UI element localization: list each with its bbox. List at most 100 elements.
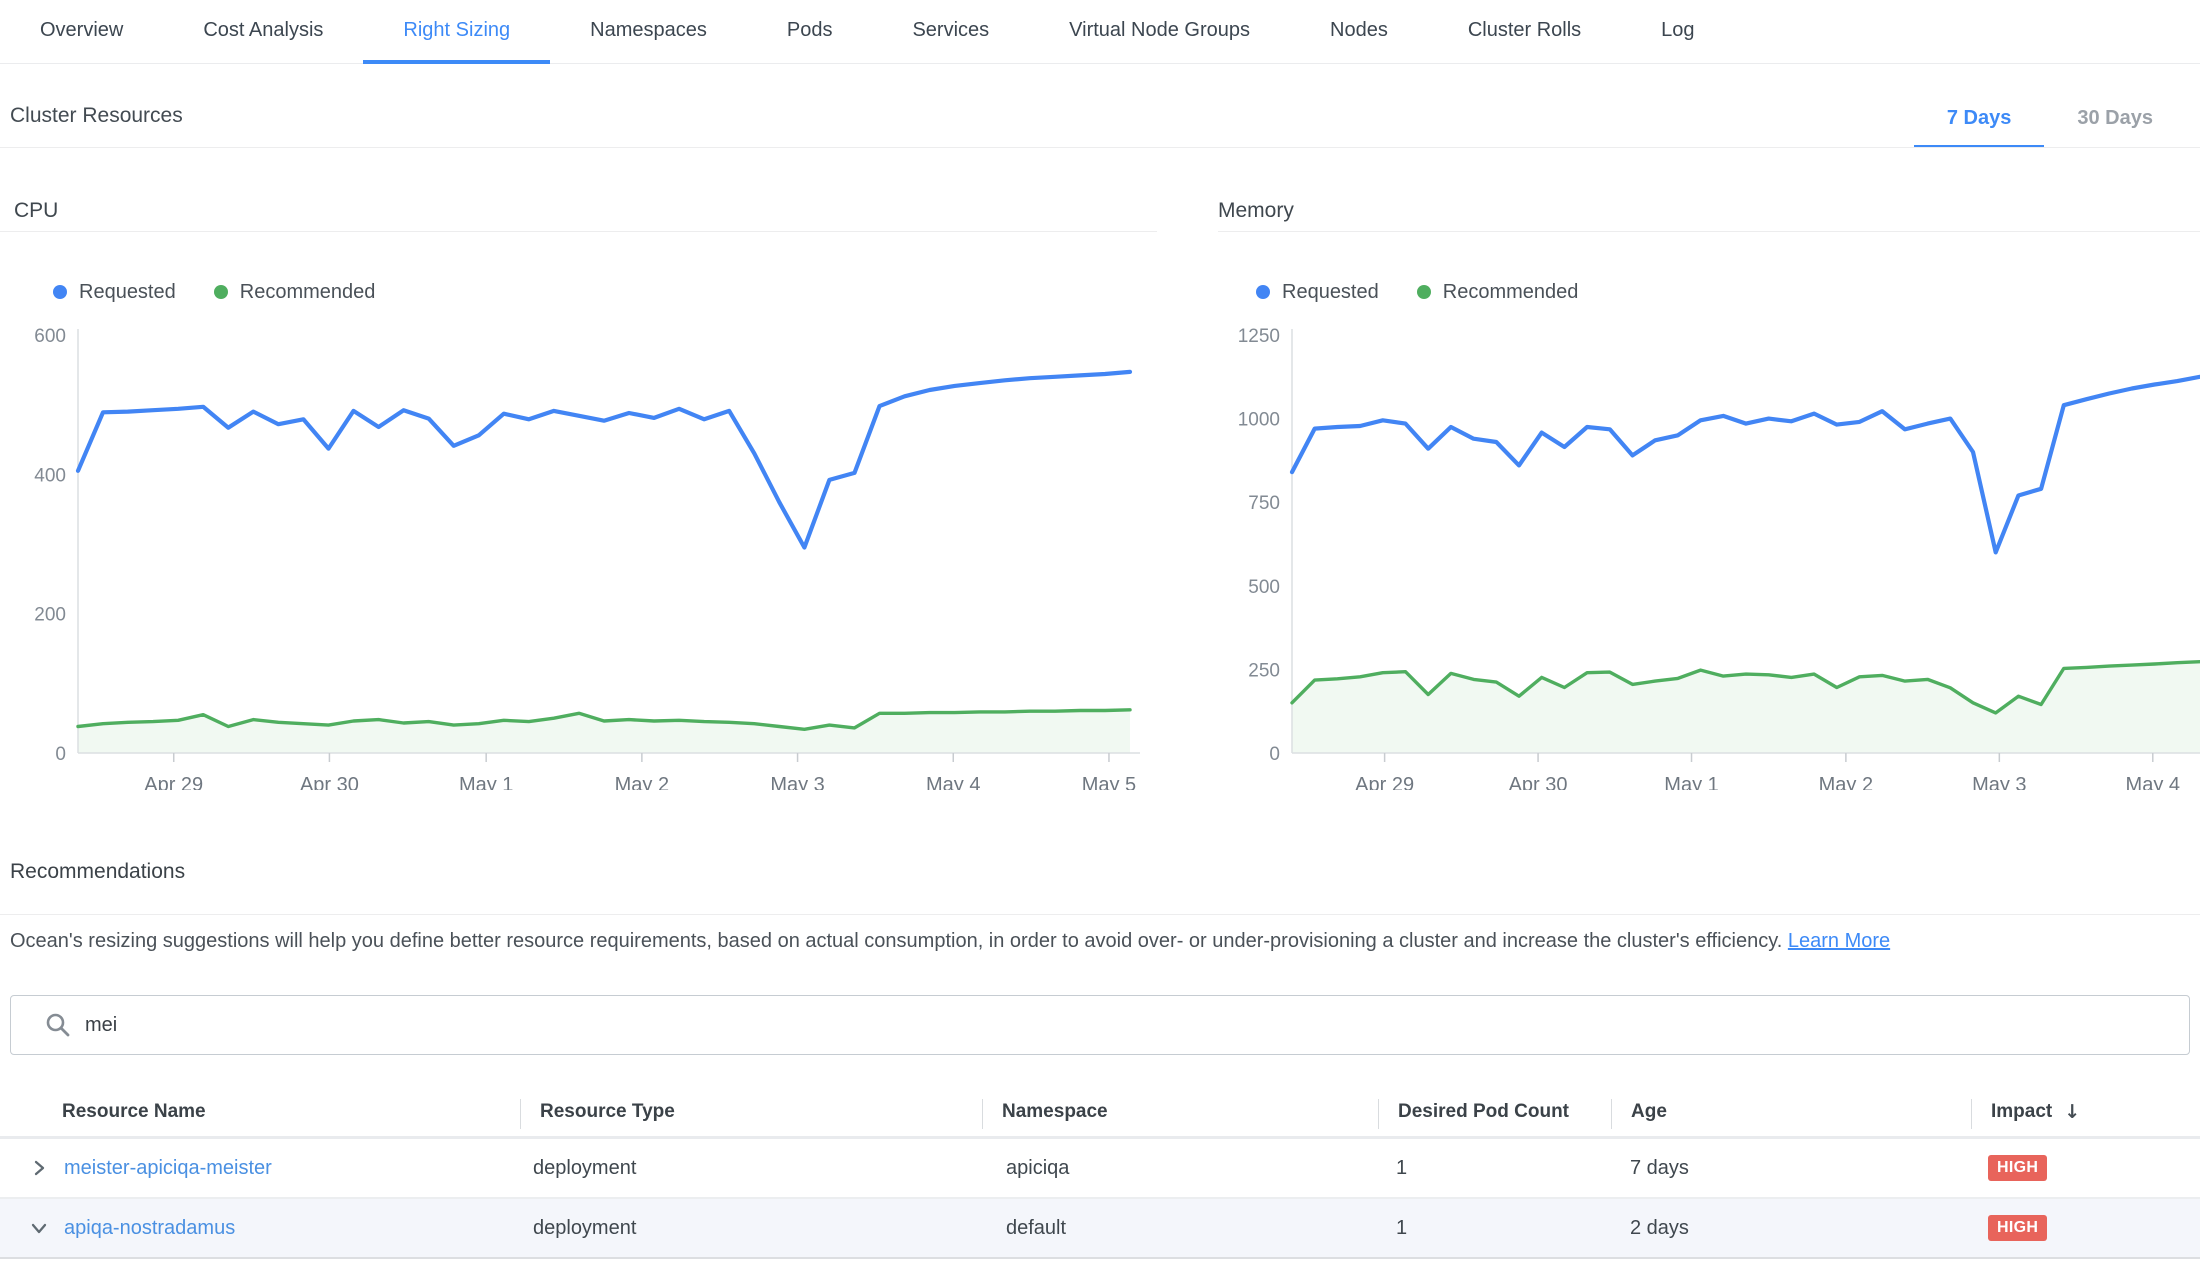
cpu-chart-title: CPU <box>14 199 58 223</box>
y-tick-label: 250 <box>1248 660 1280 681</box>
cell-resource-name: apiqa-nostradamus <box>0 1199 520 1257</box>
column-header-label: Resource Type <box>540 1101 675 1123</box>
series-line-requested <box>1292 377 2200 553</box>
memory-chart-legend: Requested Recommended <box>1256 276 1578 308</box>
tab-nodes[interactable]: Nodes <box>1290 0 1428 64</box>
recommendations-description: Ocean's resizing suggestions will help y… <box>10 930 2190 953</box>
x-tick-label: May 1 <box>1664 774 1718 790</box>
legend-dot-requested <box>1256 285 1270 299</box>
y-tick-label: 1000 <box>1238 410 1280 431</box>
right-sizing-page: OverviewCost AnalysisRight SizingNamespa… <box>0 0 2200 1264</box>
cell-resource-type: deployment <box>520 1199 982 1257</box>
cell-namespace: apiciqa <box>982 1139 1378 1197</box>
cpu-chart-legend: Requested Recommended <box>53 276 375 308</box>
period-option-7-days[interactable]: 7 Days <box>1914 96 2045 148</box>
column-header-age[interactable]: Age <box>1611 1087 1971 1136</box>
legend-label: Requested <box>79 281 176 304</box>
column-header-label: Desired Pod Count <box>1398 1101 1569 1123</box>
x-tick-label: Apr 29 <box>144 774 203 790</box>
recommendations-table: Resource Name Resource Type Namespace Desir… <box>0 1087 2200 1259</box>
column-header-label: Resource Name <box>62 1101 206 1123</box>
section-title: Cluster Resources <box>10 104 183 128</box>
column-header-desired-pod-count[interactable]: Desired Pod Count <box>1378 1087 1611 1136</box>
y-tick-label: 750 <box>1248 493 1280 514</box>
tab-cost-analysis[interactable]: Cost Analysis <box>163 0 363 64</box>
legend-label: Recommended <box>240 281 376 304</box>
x-tick-label: May 2 <box>1819 774 1873 790</box>
tab-virtual-node-groups[interactable]: Virtual Node Groups <box>1029 0 1290 64</box>
column-header-impact[interactable]: Impact ↓ <box>1971 1087 2200 1136</box>
column-separator <box>1611 1099 1612 1129</box>
column-header-label: Impact <box>1991 1101 2052 1123</box>
y-tick-label: 200 <box>34 605 66 626</box>
memory-line-chart: Apr 29Apr 30May 1May 2May 3May 402505007… <box>1180 320 2200 790</box>
cell-age: 2 days <box>1611 1199 1971 1257</box>
recommendations-description-text: Ocean's resizing suggestions will help y… <box>10 930 1782 952</box>
sort-descending-icon: ↓ <box>2064 1101 2080 1123</box>
cell-impact: HIGH <box>1971 1139 2200 1197</box>
legend-dot-recommended <box>1417 285 1431 299</box>
x-tick-label: Apr 30 <box>1509 774 1568 790</box>
tab-pods[interactable]: Pods <box>747 0 873 64</box>
search-box <box>10 995 2190 1055</box>
column-separator <box>1378 1099 1379 1129</box>
impact-badge: HIGH <box>1988 1155 2047 1181</box>
cell-desired-pod-count: 1 <box>1378 1139 1611 1197</box>
legend-label: Recommended <box>1443 281 1579 304</box>
legend-item-recommended: Recommended <box>214 281 376 304</box>
cell-namespace: default <box>982 1199 1378 1257</box>
chevron-right-icon[interactable] <box>28 1157 50 1179</box>
resource-name-link[interactable]: meister-apiciqa-meister <box>64 1157 272 1180</box>
divider <box>1218 231 2200 232</box>
table-body: meister-apiciqa-meister deploymentapiciqa… <box>0 1139 2200 1259</box>
x-tick-label: May 1 <box>459 774 513 790</box>
tab-services[interactable]: Services <box>872 0 1029 64</box>
search-icon <box>44 1011 72 1039</box>
column-separator <box>520 1099 521 1129</box>
cell-impact: HIGH <box>1971 1199 2200 1257</box>
table-row[interactable]: apiqa-nostradamus deploymentdefault12 day… <box>0 1199 2200 1257</box>
resource-name-link[interactable]: apiqa-nostradamus <box>64 1217 235 1240</box>
legend-item-requested: Requested <box>53 281 176 304</box>
memory-chart-title: Memory <box>1218 199 1294 223</box>
cell-resource-name: meister-apiciqa-meister <box>0 1139 520 1197</box>
y-tick-label: 1250 <box>1238 326 1280 347</box>
search-input[interactable] <box>10 995 2190 1055</box>
legend-dot-requested <box>53 285 67 299</box>
x-tick-label: May 2 <box>615 774 669 790</box>
cell-desired-pod-count: 1 <box>1378 1199 1611 1257</box>
tab-cluster-rolls[interactable]: Cluster Rolls <box>1428 0 1621 64</box>
tab-namespaces[interactable]: Namespaces <box>550 0 747 64</box>
series-line-requested <box>78 372 1130 548</box>
legend-dot-recommended <box>214 285 228 299</box>
table-header-row: Resource Name Resource Type Namespace Desir… <box>0 1087 2200 1139</box>
recommendations-title: Recommendations <box>10 860 185 884</box>
chevron-down-icon[interactable] <box>28 1217 50 1239</box>
column-header-namespace[interactable]: Namespace <box>982 1087 1378 1136</box>
x-tick-label: Apr 30 <box>300 774 359 790</box>
period-toggle: 7 Days30 Days <box>1914 96 2186 148</box>
tab-log[interactable]: Log <box>1621 0 1734 64</box>
column-header-label: Age <box>1631 1101 1667 1123</box>
impact-badge: HIGH <box>1988 1215 2047 1241</box>
table-row[interactable]: meister-apiciqa-meisterdeploymentapiciqa… <box>0 1139 2200 1197</box>
divider <box>0 231 1157 232</box>
learn-more-link[interactable]: Learn More <box>1788 930 1890 952</box>
column-header-resource-name[interactable]: Resource Name <box>0 1087 520 1136</box>
y-tick-label: 500 <box>1248 577 1280 598</box>
series-area-recommended <box>78 710 1130 753</box>
divider <box>0 147 2200 148</box>
row-divider <box>0 1257 2200 1259</box>
column-separator <box>982 1099 983 1129</box>
y-tick-label: 0 <box>1269 744 1280 765</box>
y-tick-label: 600 <box>34 326 66 347</box>
column-separator <box>1971 1099 1972 1129</box>
cell-age: 7 days <box>1611 1139 1971 1197</box>
legend-item-requested: Requested <box>1256 281 1379 304</box>
cpu-line-chart: Apr 29Apr 30May 1May 2May 3May 4May 5020… <box>0 320 1160 790</box>
tab-overview[interactable]: Overview <box>0 0 163 64</box>
period-option-30-days[interactable]: 30 Days <box>2044 96 2186 148</box>
tab-right-sizing[interactable]: Right Sizing <box>363 0 550 64</box>
x-tick-label: May 4 <box>926 774 980 790</box>
column-header-resource-type[interactable]: Resource Type <box>520 1087 982 1136</box>
